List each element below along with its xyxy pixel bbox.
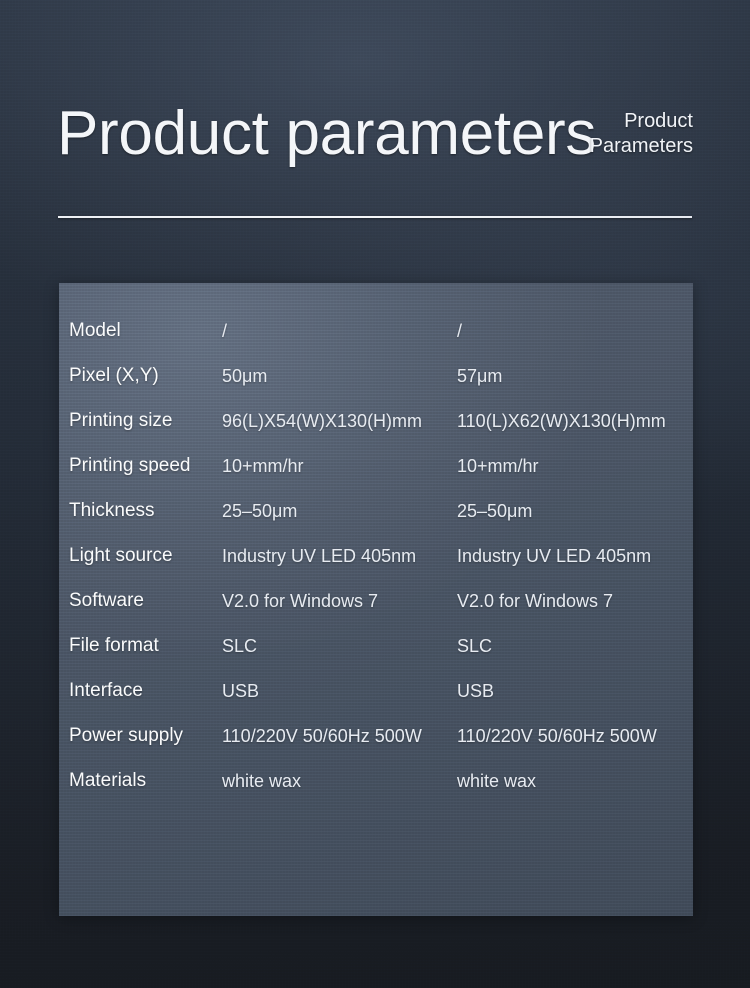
page-subtitle-line-1: Product — [624, 110, 693, 132]
table-row: Interface USB USB — [69, 676, 750, 721]
spec-value-b: 110(L)X62(W)X130(H)mm — [457, 411, 666, 431]
table-row: Light source Industry UV LED 405nm Industr… — [69, 541, 750, 586]
table-row: Software V2.0 for Windows 7 V2.0 for Windo… — [69, 586, 750, 631]
table-row: Printing speed 10+mm/hr 10+mm/hr — [69, 451, 750, 496]
spec-value-a: / — [222, 321, 228, 341]
spec-value-a: 10+mm/hr — [222, 456, 304, 476]
table-row: Model / / — [69, 316, 750, 361]
table-row: Power supply 110/220V 50/60Hz 500W 110/220… — [69, 721, 750, 766]
spec-value-b: 110/220V 50/60Hz 500W — [457, 726, 657, 746]
spec-label: Materials — [69, 770, 147, 791]
spec-label: Power supply — [69, 725, 184, 746]
spec-value-b: V2.0 for Windows 7 — [457, 591, 614, 611]
spec-value-a: white wax — [222, 771, 302, 791]
specification-table: Model / / Pixel (X,Y) 50μm 57μm Printing size 9… — [69, 316, 750, 811]
spec-value-a: 110/220V 50/60Hz 500W — [222, 726, 422, 746]
spec-value-b: / — [457, 321, 463, 341]
table-row: Materials white wax white wax — [69, 766, 750, 811]
page-header: Product parameters Product Parameters — [0, 0, 750, 230]
spec-value-b: 10+mm/hr — [457, 456, 539, 476]
spec-label: Model — [69, 320, 121, 341]
table-row: Pixel (X,Y) 50μm 57μm — [69, 361, 750, 406]
table-row: Printing size 96(L)X54(W)X130(H)mm 110(L)X… — [69, 406, 750, 451]
spec-value-a: SLC — [222, 636, 258, 656]
spec-value-b: Industry UV LED 405nm — [457, 546, 652, 566]
table-row: Thickness 25–50μm 25–50μm — [69, 496, 750, 541]
spec-label: Thickness — [69, 500, 155, 521]
spec-label: Light source — [69, 545, 173, 566]
spec-label: Software — [69, 590, 144, 611]
spec-label: Pixel (X,Y) — [69, 365, 159, 386]
specification-panel: Model / / Pixel (X,Y) 50μm 57μm Printing size 9… — [59, 283, 693, 916]
spec-value-a: Industry UV LED 405nm — [222, 546, 417, 566]
page-subtitle: Product Parameters — [493, 109, 693, 159]
spec-value-a: USB — [222, 681, 260, 701]
product-parameters-page: Product parameters Product Parameters Mo… — [0, 0, 750, 988]
spec-value-a: 50μm — [222, 366, 268, 386]
table-row: File format SLC SLC — [69, 631, 750, 676]
spec-value-b: 57μm — [457, 366, 503, 386]
spec-value-a: V2.0 for Windows 7 — [222, 591, 379, 611]
spec-value-a: 96(L)X54(W)X130(H)mm — [222, 411, 423, 431]
spec-value-b: SLC — [457, 636, 493, 656]
spec-label: Printing size — [69, 410, 173, 431]
page-subtitle-line-2: Parameters — [589, 135, 693, 157]
spec-value-b: white wax — [457, 771, 537, 791]
spec-value-b: 25–50μm — [457, 501, 533, 521]
header-divider — [58, 216, 692, 218]
spec-label: Interface — [69, 680, 143, 701]
spec-label: File format — [69, 635, 159, 656]
spec-value-a: 25–50μm — [222, 501, 298, 521]
spec-label: Printing speed — [69, 455, 191, 476]
spec-value-b: USB — [457, 681, 495, 701]
